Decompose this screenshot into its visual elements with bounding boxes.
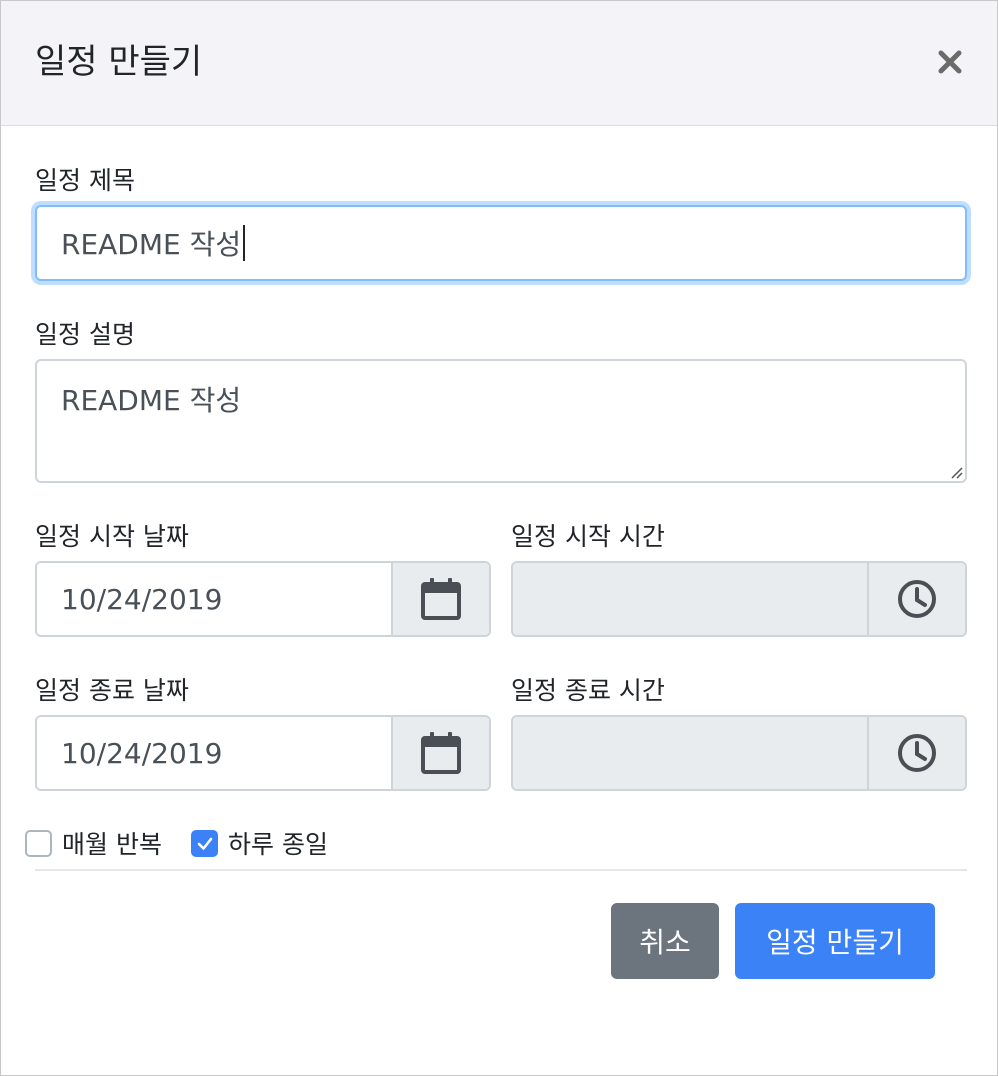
end-date-group: 10/24/2019	[35, 715, 491, 791]
start-date-picker-button[interactable]	[391, 563, 489, 635]
end-date-picker-button[interactable]	[391, 717, 489, 789]
modal-header: 일정 만들기	[1, 1, 997, 126]
end-time-input[interactable]	[513, 717, 867, 789]
monthly-repeat-label[interactable]: 매월 반복	[62, 829, 162, 861]
start-date-label: 일정 시작 날짜	[35, 522, 189, 551]
description-textarea-value: README 작성	[61, 384, 242, 417]
start-date-input[interactable]: 10/24/2019	[37, 563, 391, 635]
clock-icon	[898, 580, 936, 618]
calendar-icon	[421, 732, 461, 774]
start-time-input[interactable]	[513, 563, 867, 635]
all-day-checkbox[interactable]	[191, 830, 218, 857]
cancel-button[interactable]: 취소	[611, 903, 719, 979]
end-date-label: 일정 종료 날짜	[35, 676, 189, 705]
text-caret	[243, 225, 246, 261]
clock-icon	[898, 734, 936, 772]
start-time-label: 일정 시작 시간	[511, 522, 665, 551]
title-label: 일정 제목	[35, 166, 135, 195]
modal-title: 일정 만들기	[35, 42, 203, 82]
end-date-input[interactable]: 10/24/2019	[37, 717, 391, 789]
title-input-value: README 작성	[61, 228, 242, 261]
description-textarea[interactable]: README 작성	[35, 359, 967, 483]
close-icon	[938, 50, 962, 74]
footer-divider	[35, 869, 967, 871]
all-day-label[interactable]: 하루 종일	[228, 829, 328, 861]
start-date-group: 10/24/2019	[35, 561, 491, 637]
monthly-repeat-checkbox[interactable]	[25, 830, 52, 857]
checkmark-icon	[197, 837, 212, 850]
description-label: 일정 설명	[35, 320, 135, 349]
end-time-picker-button[interactable]	[867, 717, 965, 789]
end-time-group	[511, 715, 967, 791]
create-event-button[interactable]: 일정 만들기	[735, 903, 935, 979]
calendar-icon	[421, 578, 461, 620]
end-time-label: 일정 종료 시간	[511, 676, 665, 705]
start-time-picker-button[interactable]	[867, 563, 965, 635]
create-event-modal: 일정 만들기 일정 제목 README 작성 일정 설명 README 작성 일…	[0, 0, 998, 1076]
resize-handle-icon[interactable]	[947, 463, 963, 479]
start-time-group	[511, 561, 967, 637]
close-button[interactable]	[931, 43, 969, 81]
title-input[interactable]: README 작성	[35, 205, 967, 281]
